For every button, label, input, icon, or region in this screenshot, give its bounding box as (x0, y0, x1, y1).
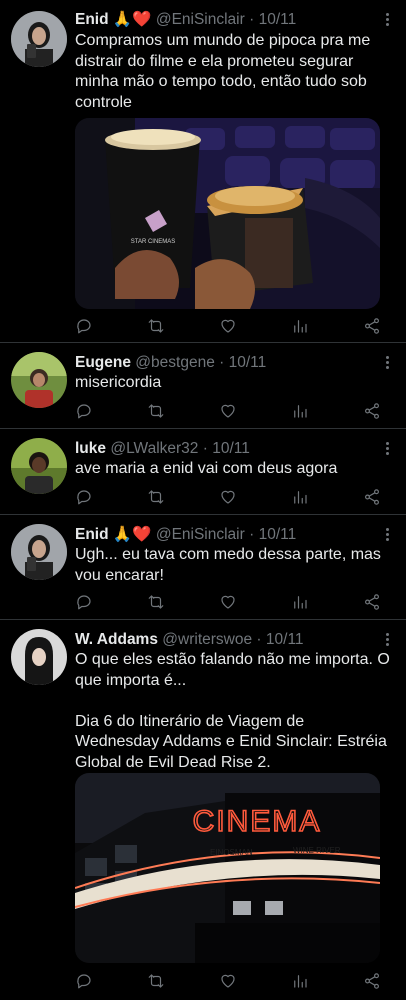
share-icon[interactable] (363, 317, 383, 337)
tweet-text: Compramos um mundo de pipoca pra me dist… (75, 32, 375, 111)
separator: · (249, 11, 255, 28)
more-options-icon[interactable] (380, 356, 394, 372)
handle[interactable]: @bestgene (135, 354, 215, 371)
retweet-icon[interactable] (147, 402, 167, 422)
retweet-icon[interactable] (147, 488, 167, 508)
marquee-left: EINOSMAN (210, 848, 253, 857)
neon-sign: CINEMA (193, 805, 322, 838)
name-emoji: 🙏❤️ (112, 11, 152, 28)
tweet-header: Enid 🙏❤️ @EniSinclair · 10/11 (75, 10, 376, 30)
display-name[interactable]: Eugene (75, 354, 131, 371)
reply-icon[interactable] (75, 593, 95, 613)
tweet-luke[interactable]: luke @LWalker32 · 10/11 ave maria a enid… (0, 429, 406, 515)
share-icon[interactable] (363, 972, 383, 992)
cup-brand-text: STAR CINEMAS (131, 239, 176, 245)
timestamp[interactable]: 10/11 (229, 354, 267, 371)
display-name[interactable]: luke (75, 440, 106, 457)
timestamp[interactable]: 10/11 (212, 440, 250, 457)
display-name[interactable]: Enid (75, 11, 109, 28)
views-icon[interactable] (291, 972, 311, 992)
retweet-icon[interactable] (147, 317, 167, 337)
retweet-icon[interactable] (147, 972, 167, 992)
tweet-text: Ugh... eu tava com medo dessa parte, mas… (75, 546, 386, 584)
separator: · (202, 440, 208, 457)
timestamp[interactable]: 10/11 (266, 631, 304, 648)
reply-icon[interactable] (75, 488, 95, 508)
tweet-actions (75, 972, 385, 992)
tweet-header: Eugene @bestgene · 10/11 (75, 353, 376, 373)
avatar[interactable] (11, 438, 67, 494)
avatar[interactable] (11, 629, 67, 685)
like-icon[interactable] (219, 402, 239, 422)
more-options-icon[interactable] (380, 528, 394, 544)
like-icon[interactable] (219, 317, 239, 337)
more-options-icon[interactable] (380, 442, 394, 458)
reply-icon[interactable] (75, 317, 95, 337)
tweet-actions (75, 488, 385, 508)
like-icon[interactable] (219, 593, 239, 613)
avatar[interactable] (11, 352, 67, 408)
handle[interactable]: @writerswoe (162, 631, 252, 648)
tweet-header: luke @LWalker32 · 10/11 (75, 439, 376, 459)
share-icon[interactable] (363, 402, 383, 422)
tweet-actions (75, 317, 385, 337)
tweet-text: misericordia (75, 374, 162, 391)
timestamp[interactable]: 10/11 (259, 526, 297, 543)
avatar[interactable] (11, 11, 67, 67)
handle[interactable]: @EniSinclair (156, 526, 245, 543)
tweet-enid-2[interactable]: Enid 🙏❤️ @EniSinclair · 10/11 Ugh... eu … (0, 515, 406, 620)
tweet-text: O que eles estão falando não me importa.… (75, 651, 390, 771)
more-options-icon[interactable] (380, 13, 394, 29)
tweet-actions (75, 402, 385, 422)
separator: · (256, 631, 262, 648)
tweet-text: ave maria a enid vai com deus agora (75, 460, 338, 477)
reply-icon[interactable] (75, 972, 95, 992)
separator: · (249, 526, 255, 543)
tweet-eugene[interactable]: Eugene @bestgene · 10/11 misericordia (0, 343, 406, 429)
like-icon[interactable] (219, 972, 239, 992)
name-emoji: 🙏❤️ (112, 526, 152, 543)
display-name[interactable]: W. Addams (75, 631, 158, 648)
tweet-enid-1[interactable]: Enid 🙏❤️ @EniSinclair · 10/11 Compramos … (0, 0, 406, 343)
share-icon[interactable] (363, 593, 383, 613)
tweet-actions (75, 593, 385, 613)
share-icon[interactable] (363, 488, 383, 508)
handle[interactable]: @LWalker32 (110, 440, 198, 457)
views-icon[interactable] (291, 593, 311, 613)
display-name[interactable]: Enid (75, 526, 109, 543)
retweet-icon[interactable] (147, 593, 167, 613)
tweet-image-popcorn[interactable]: STAR CINEMAS (75, 118, 380, 309)
tweet-waddams[interactable]: W. Addams @writerswoe · 10/11 O que eles… (0, 620, 406, 1000)
timestamp[interactable]: 10/11 (259, 11, 297, 28)
marquee-right: WINE RIVER (293, 846, 341, 855)
handle[interactable]: @EniSinclair (156, 11, 245, 28)
tweet-header: Enid 🙏❤️ @EniSinclair · 10/11 (75, 525, 376, 545)
tweet-image-cinema[interactable]: CINEMA EINOSMAN WINE RIVER (75, 773, 380, 963)
tweet-header: W. Addams @writerswoe · 10/11 (75, 630, 376, 650)
separator: · (219, 354, 225, 371)
reply-icon[interactable] (75, 402, 95, 422)
like-icon[interactable] (219, 488, 239, 508)
views-icon[interactable] (291, 402, 311, 422)
avatar[interactable] (11, 524, 67, 580)
views-icon[interactable] (291, 317, 311, 337)
views-icon[interactable] (291, 488, 311, 508)
more-options-icon[interactable] (380, 633, 394, 649)
